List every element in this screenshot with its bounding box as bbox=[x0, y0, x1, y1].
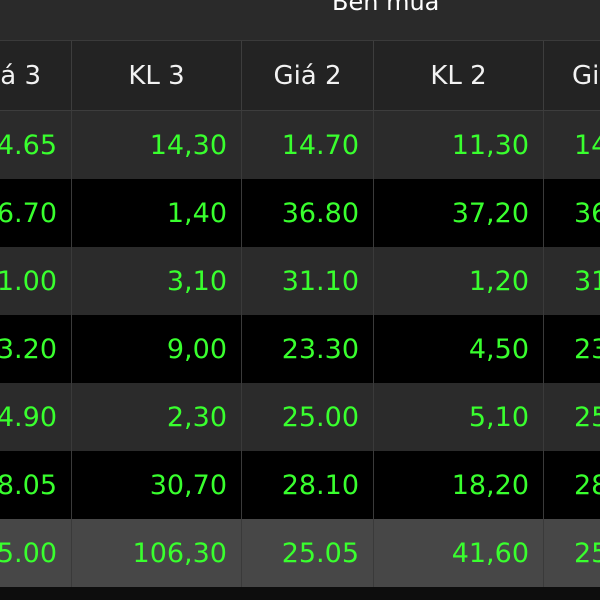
cell-bid-price-1: 31.20 bbox=[544, 247, 600, 315]
cell-bid-volume-3: 2,30 bbox=[72, 383, 242, 451]
cell-bid-price-2: 23.30 bbox=[242, 315, 374, 383]
cell-bid-volume-3: 30,70 bbox=[72, 451, 242, 519]
cell-bid-volume-2: 11,30 bbox=[374, 111, 544, 179]
cell-bid-price-1: 23.40 bbox=[544, 315, 600, 383]
cell-bid-price-2: 31.10 bbox=[242, 247, 374, 315]
column-header-bid-volume-3[interactable]: KL 3 bbox=[72, 41, 242, 111]
price-board: Bên mua Giá 3 KL 3 Giá 2 KL 2 Giá 1 14.6… bbox=[0, 0, 600, 587]
cell-bid-volume-2: 18,20 bbox=[374, 451, 544, 519]
cell-bid-price-1: 36.90 bbox=[544, 179, 600, 247]
cell-bid-price-1: 14.75 bbox=[544, 111, 600, 179]
cell-bid-volume-3: 9,00 bbox=[72, 315, 242, 383]
cell-bid-price-2: 36.80 bbox=[242, 179, 374, 247]
cell-bid-price-3: 28.05 bbox=[0, 451, 72, 519]
cell-bid-price-2: 14.70 bbox=[242, 111, 374, 179]
cell-bid-price-1: 25.10 bbox=[544, 383, 600, 451]
cell-bid-price-3: 31.00 bbox=[0, 247, 72, 315]
column-header-bid-price-1[interactable]: Giá 1 bbox=[544, 41, 600, 111]
cell-bid-volume-2: 4,50 bbox=[374, 315, 544, 383]
buy-side-title: Bên mua bbox=[332, 0, 440, 16]
cell-bid-volume-3: 1,40 bbox=[72, 179, 242, 247]
buy-side-group-header: Bên mua bbox=[0, 0, 600, 41]
cell-bid-volume-2: 37,20 bbox=[374, 179, 544, 247]
cell-bid-price-1: 28.15 bbox=[544, 451, 600, 519]
price-table: Giá 3 KL 3 Giá 2 KL 2 Giá 1 bbox=[0, 41, 600, 111]
cell-bid-volume-2: 5,10 bbox=[374, 383, 544, 451]
cell-bid-volume-3: 3,10 bbox=[72, 247, 242, 315]
cell-bid-price-2: 25.05 bbox=[242, 519, 374, 587]
cell-bid-price-3: 36.70 bbox=[0, 179, 72, 247]
cell-bid-volume-2: 41,60 bbox=[374, 519, 544, 587]
cell-bid-price-3: 23.20 bbox=[0, 315, 72, 383]
price-table-body: 14.6514,3014.7011,3014.7536.701,4036.803… bbox=[0, 111, 600, 587]
cell-bid-price-1: 25.10 bbox=[544, 519, 600, 587]
column-header-bid-volume-2[interactable]: KL 2 bbox=[374, 41, 544, 111]
cell-bid-price-3: 24.90 bbox=[0, 383, 72, 451]
cell-bid-price-2: 28.10 bbox=[242, 451, 374, 519]
cell-bid-price-2: 25.00 bbox=[242, 383, 374, 451]
cell-bid-price-3: 14.65 bbox=[0, 111, 72, 179]
cell-bid-volume-3: 106,30 bbox=[72, 519, 242, 587]
cell-bid-price-3: 25.00 bbox=[0, 519, 72, 587]
column-header-bid-price-2[interactable]: Giá 2 bbox=[242, 41, 374, 111]
cell-bid-volume-2: 1,20 bbox=[374, 247, 544, 315]
cell-bid-volume-3: 14,30 bbox=[72, 111, 242, 179]
column-header-bid-price-3[interactable]: Giá 3 bbox=[0, 41, 72, 111]
